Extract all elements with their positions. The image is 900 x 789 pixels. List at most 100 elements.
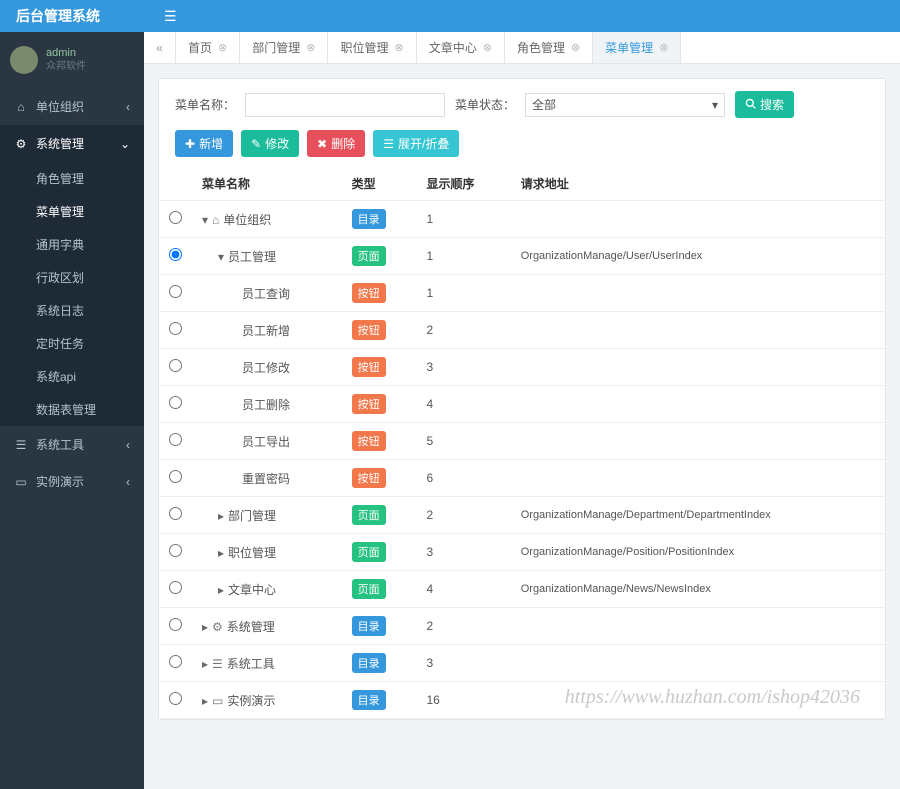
table-row[interactable]: ▸☰系统工具目录3 — [159, 645, 885, 682]
row-radio[interactable] — [169, 470, 182, 483]
row-radio[interactable] — [169, 322, 182, 335]
tab-2[interactable]: 职位管理 ⊗ — [328, 32, 416, 63]
tree-caret-icon[interactable]: ▸ — [202, 694, 208, 708]
tab-label: 角色管理 — [517, 39, 565, 56]
tab-label: 职位管理 — [340, 39, 388, 56]
row-url — [511, 349, 885, 386]
chevron-icon: ‹ — [126, 475, 130, 489]
type-badge: 页面 — [352, 505, 386, 525]
sidebar-subitem-3[interactable]: 行政区划 — [0, 261, 144, 294]
search-button[interactable]: 搜索 — [735, 91, 794, 118]
add-button[interactable]: ✚ 新增 — [175, 130, 233, 157]
chevron-icon: ‹ — [126, 100, 130, 114]
row-radio[interactable] — [169, 433, 182, 446]
sidebar-item-1[interactable]: ⚙系统管理⌄ — [0, 125, 144, 162]
row-radio[interactable] — [169, 581, 182, 594]
tab-close-icon[interactable]: ⊗ — [218, 41, 227, 54]
tab-close-icon[interactable]: ⊗ — [659, 41, 668, 54]
table-row[interactable]: ▸部门管理页面2OrganizationManage/Department/De… — [159, 497, 885, 534]
type-badge: 页面 — [352, 246, 386, 266]
row-order: 3 — [416, 349, 510, 386]
tree-caret-icon[interactable]: ▸ — [218, 509, 224, 523]
tablet-icon: ▭ — [14, 475, 28, 489]
row-url — [511, 608, 885, 645]
edit-button[interactable]: ✎ 修改 — [241, 130, 299, 157]
type-badge: 页面 — [352, 542, 386, 562]
search-icon — [745, 98, 756, 112]
tree-caret-icon[interactable]: ▸ — [218, 546, 224, 560]
type-badge: 页面 — [352, 579, 386, 599]
row-radio[interactable] — [169, 396, 182, 409]
table-row[interactable]: 员工修改按钮3 — [159, 349, 885, 386]
row-url — [511, 201, 885, 238]
row-radio[interactable] — [169, 359, 182, 372]
sidebar-subitem-5[interactable]: 定时任务 — [0, 327, 144, 360]
search-name-label: 菜单名称： — [175, 96, 235, 113]
row-name: 员工新增 — [242, 324, 290, 338]
tab-close-icon[interactable]: ⊗ — [483, 41, 492, 54]
type-badge: 目录 — [352, 616, 386, 636]
chevron-icon: ‹ — [126, 438, 130, 452]
tab-5[interactable]: 菜单管理⊗ — [593, 32, 681, 63]
row-radio[interactable] — [169, 618, 182, 631]
tree-caret-icon[interactable]: ▸ — [218, 583, 224, 597]
action-toolbar: ✚ 新增 ✎ 修改 ✖ 删除 ☰ 展开/折叠 — [159, 130, 885, 167]
row-name: 员工查询 — [242, 287, 290, 301]
search-bar: 菜单名称： 菜单状态： 全部 ▾ 搜索 — [159, 79, 885, 130]
row-radio[interactable] — [169, 544, 182, 557]
tab-3[interactable]: 文章中心⊗ — [417, 32, 505, 63]
sidebar-item-label: 实例演示 — [36, 473, 84, 490]
search-state-select[interactable]: 全部 ▾ — [525, 93, 725, 117]
sidebar-subitem-4[interactable]: 系统日志 — [0, 294, 144, 327]
table-row[interactable]: ▸职位管理页面3OrganizationManage/Position/Posi… — [159, 534, 885, 571]
table-row[interactable]: ▾员工管理页面1OrganizationManage/User/UserInde… — [159, 238, 885, 275]
tab-0[interactable]: 首页⊗ — [176, 32, 240, 63]
sidebar-item-3[interactable]: ▭ 实例演示 ‹ — [0, 463, 144, 500]
table-row[interactable]: ▾⌂单位组织目录1 — [159, 201, 885, 238]
delete-button[interactable]: ✖ 删除 — [307, 130, 365, 157]
sidebar-item-0[interactable]: ⌂单位组织‹ — [0, 88, 144, 125]
tab-1[interactable]: 部门管理⊗ — [240, 32, 328, 63]
table-row[interactable]: ▸⚙系统管理目录2 — [159, 608, 885, 645]
sidebar-subitem-6[interactable]: 系统api — [0, 360, 144, 393]
row-order: 1 — [416, 275, 510, 312]
tree-caret-icon[interactable]: ▸ — [202, 620, 208, 634]
expand-collapse-button[interactable]: ☰ 展开/折叠 — [373, 130, 459, 157]
row-name: 重置密码 — [242, 472, 290, 486]
tree-caret-icon[interactable]: ▾ — [202, 213, 208, 227]
tab-home-icon[interactable]: « — [144, 32, 176, 63]
menu-table: 菜单名称 类型 显示顺序 请求地址 ▾⌂单位组织目录1▾员工管理页面1Organ… — [159, 167, 885, 719]
table-row[interactable]: 员工导出按钮5 — [159, 423, 885, 460]
sidebar-subitem-1[interactable]: 菜单管理 — [0, 195, 144, 228]
row-radio[interactable] — [169, 211, 182, 224]
row-radio[interactable] — [169, 655, 182, 668]
row-radio[interactable] — [169, 285, 182, 298]
tab-4[interactable]: 角色管理 ⊗ — [505, 32, 593, 63]
sidebar-subitem-2[interactable]: 通用字典 — [0, 228, 144, 261]
sliders-icon: ☰ — [212, 657, 223, 671]
table-row[interactable]: 重置密码按钮6 — [159, 460, 885, 497]
sidebar-subitem-7[interactable]: 数据表管理 — [0, 393, 144, 426]
menu-toggle-icon[interactable]: ☰ — [144, 8, 177, 25]
tree-caret-icon[interactable]: ▾ — [218, 250, 224, 264]
table-row[interactable]: ▸▭实例演示目录16 — [159, 682, 885, 719]
tree-caret-icon[interactable]: ▸ — [202, 657, 208, 671]
row-order: 6 — [416, 460, 510, 497]
table-row[interactable]: 员工删除按钮4 — [159, 386, 885, 423]
table-row[interactable]: ▸文章中心页面4OrganizationManage/News/NewsInde… — [159, 571, 885, 608]
row-url — [511, 312, 885, 349]
col-name: 菜单名称 — [192, 167, 342, 201]
sidebar-subitem-0[interactable]: 角色管理 — [0, 162, 144, 195]
table-row[interactable]: 员工新增按钮2 — [159, 312, 885, 349]
sidebar-item-2[interactable]: ☰系统工具‹ — [0, 426, 144, 463]
table-row[interactable]: 员工查询按钮1 — [159, 275, 885, 312]
row-radio[interactable] — [169, 692, 182, 705]
type-badge: 按钮 — [352, 357, 386, 377]
row-name: 单位组织 — [223, 213, 271, 227]
row-radio[interactable] — [169, 507, 182, 520]
tab-close-icon[interactable]: ⊗ — [571, 41, 580, 54]
row-radio[interactable] — [169, 248, 182, 261]
tab-close-icon[interactable]: ⊗ — [394, 41, 403, 54]
tab-close-icon[interactable]: ⊗ — [306, 41, 315, 54]
search-name-input[interactable] — [245, 93, 445, 117]
